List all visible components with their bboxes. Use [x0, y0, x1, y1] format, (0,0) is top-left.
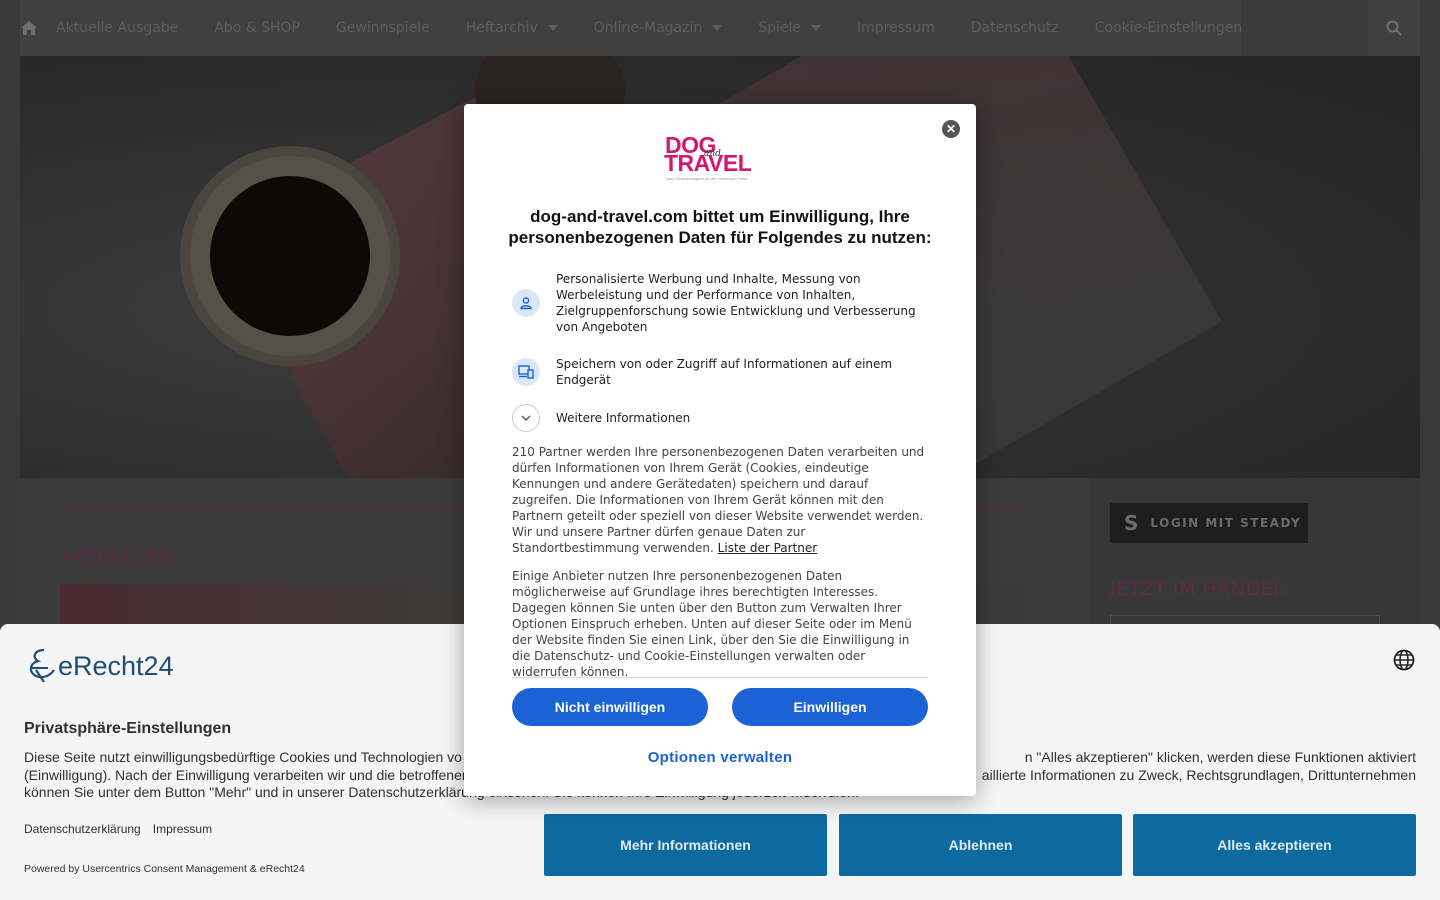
banner-text-line: aillierte Informationen zu Zweck, Rechts…	[981, 766, 1416, 783]
steady-icon: S	[1124, 511, 1139, 535]
nav-item-online-magazin[interactable]: Online-Magazin	[576, 0, 740, 56]
chevron-down-icon[interactable]	[512, 404, 540, 432]
coffee-image	[210, 176, 370, 336]
decline-button[interactable]: Ablehnen	[839, 814, 1122, 876]
powered-by-text: Powered by Usercentrics Consent Manageme…	[24, 863, 305, 875]
chevron-down-icon	[712, 25, 723, 31]
more-info-label: Weitere Informationen	[556, 411, 691, 425]
nav-item-aktuelle-ausgabe[interactable]: Aktuelle Ausgabe	[38, 0, 196, 56]
purpose-item: Personalisierte Werbung und Inhalte, Mes…	[512, 271, 932, 335]
close-icon[interactable]: ✕	[942, 120, 960, 138]
dialog-title: dog-and-travel.com bittet um Einwilligun…	[508, 207, 932, 247]
sidebar-title: JETZT IM HANDEL:	[1110, 578, 1292, 600]
nav-item-heftarchiv[interactable]: Heftarchiv	[448, 0, 576, 56]
divider	[512, 677, 928, 678]
logo-tagline: Das Lifestylemagazin für den modernen Hu…	[666, 176, 748, 181]
chevron-down-icon	[547, 25, 558, 31]
chevron-down-icon	[811, 25, 822, 31]
main-menu: Aktuelle Ausgabe Abo & SHOP Gewinnspiele…	[20, 0, 1242, 56]
banner-text-line: n "Alles akzeptieren" klicken, werden di…	[1024, 749, 1416, 765]
section-title: AKTUELLES	[60, 546, 172, 568]
partner-paragraph: 210 Partner werden Ihre personenbezogene…	[512, 444, 930, 556]
logo-text-travel: TRAVEL	[664, 150, 752, 176]
erecht24-logo-text: eRecht24	[58, 650, 174, 681]
nav-item-abo-shop[interactable]: Abo & SHOP	[196, 0, 318, 56]
do-not-consent-button[interactable]: Nicht einwilligen	[512, 688, 708, 726]
devices-icon	[512, 358, 540, 386]
partner-list-link[interactable]: Liste der Partner	[718, 541, 818, 555]
nav-item-impressum[interactable]: Impressum	[839, 0, 953, 56]
search-icon[interactable]	[1368, 0, 1420, 56]
dog-and-travel-logo: DOG and TRAVEL Das Lifestylemagazin für …	[664, 134, 784, 186]
accept-all-button[interactable]: Alles akzeptieren	[1133, 814, 1416, 876]
banner-text-line: Diese Seite nutzt einwilligungsbedürftig…	[24, 749, 462, 765]
imprint-link[interactable]: Impressum	[153, 822, 212, 836]
erecht24-mark-icon	[29, 648, 55, 683]
more-info-button[interactable]: Mehr Informationen	[544, 814, 827, 876]
banner-text-line: (Einwilligung). Nach der Einwilligung ve…	[24, 766, 470, 783]
purpose-text: Speichern von oder Zugriff auf Informati…	[556, 357, 893, 387]
steady-login-button[interactable]: S LOGIN MIT STEADY	[1110, 503, 1308, 543]
person-icon	[512, 289, 540, 317]
globe-icon[interactable]	[1392, 648, 1416, 672]
home-icon[interactable]	[20, 0, 38, 56]
legitimate-interest-paragraph: Einige Anbieter nutzen Ihre personenbezo…	[512, 569, 912, 679]
privacy-policy-link[interactable]: Datenschutzerklärung	[24, 822, 141, 836]
site-navigation: Aktuelle Ausgabe Abo & SHOP Gewinnspiele…	[20, 0, 1420, 56]
partner-text: 210 Partner werden Ihre personenbezogene…	[512, 445, 925, 555]
banner-links: Datenschutzerklärung Impressum	[24, 822, 212, 836]
banner-title: Privatsphäre-Einstellungen	[24, 720, 232, 737]
purpose-text: Personalisierte Werbung und Inhalte, Mes…	[556, 272, 916, 334]
nav-item-gewinnspiele[interactable]: Gewinnspiele	[318, 0, 448, 56]
nav-item-spiele[interactable]: Spiele	[740, 0, 839, 56]
manage-options-link[interactable]: Optionen verwalten	[464, 749, 976, 766]
more-info-toggle[interactable]: Weitere Informationen	[512, 404, 932, 432]
steady-login-label: LOGIN MIT STEADY	[1150, 516, 1302, 530]
nav-item-cookie-einstellungen[interactable]: Cookie-Einstellungen	[1077, 0, 1260, 56]
erecht24-logo: eRecht24	[24, 646, 174, 686]
nav-item-datenschutz[interactable]: Datenschutz	[953, 0, 1077, 56]
consent-dialog: ✕ DOG and TRAVEL Das Lifestylemagazin fü…	[464, 104, 976, 796]
consent-button[interactable]: Einwilligen	[732, 688, 928, 726]
purpose-item: Speichern von oder Zugriff auf Informati…	[512, 356, 932, 388]
